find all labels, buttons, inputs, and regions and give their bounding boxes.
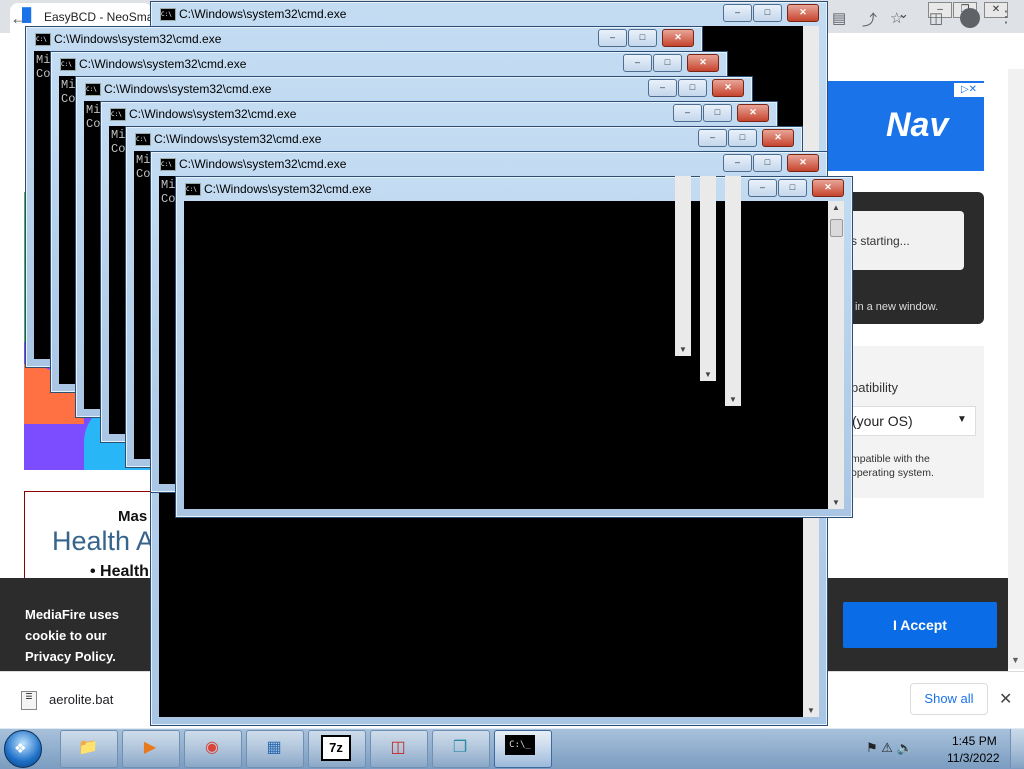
media-player-icon: ▶ <box>143 739 157 756</box>
cmd-icon: C:\ <box>110 108 126 121</box>
scroll-down-arrow-icon[interactable]: ▼ <box>704 370 712 379</box>
cmd-minimize-button[interactable]: – <box>748 179 777 197</box>
cmd-close-button[interactable]: ✕ <box>812 179 844 197</box>
cmd-icon: C:\ <box>185 183 201 196</box>
scroll-down-arrow-icon[interactable]: ▼ <box>679 345 687 354</box>
accept-cookies-button[interactable]: I Accept <box>843 602 997 648</box>
cmd-maximize-button[interactable]: □ <box>728 129 757 147</box>
cmd-window-front[interactable]: C:\ C:\Windows\system32\cmd.exe – □ ✕ ▲ … <box>175 176 853 518</box>
cmd-icon: C:\ <box>60 58 76 71</box>
close-icon[interactable]: ✕ <box>999 689 1012 709</box>
cmd-scrollbar[interactable]: ▼ <box>725 176 741 406</box>
ad-choices-icon[interactable]: ▷✕ <box>954 83 984 97</box>
cmd-scrollbar[interactable]: ▼ <box>700 176 716 381</box>
cmd-title: C:\Windows\system32\cmd.exe <box>179 7 347 21</box>
scroll-down-arrow-icon[interactable]: ▼ <box>729 395 737 404</box>
cmd-close-button[interactable]: ✕ <box>762 129 794 147</box>
cmd-output: Mi Co <box>61 78 76 106</box>
cmd-close-button[interactable]: ✕ <box>662 29 694 47</box>
bat-file-icon: ☰ <box>21 691 37 710</box>
cmd-title: C:\Windows\system32\cmd.exe <box>204 182 372 196</box>
extension-icon[interactable]: ▤ <box>832 9 846 27</box>
cmd-output: Mi Co <box>111 128 126 156</box>
menu-kebab-icon[interactable]: ⋮ <box>998 7 1014 27</box>
chrome-icon: ◉ <box>205 739 219 756</box>
cmd-scrollbar[interactable]: ▼ <box>675 176 691 356</box>
cmd-title: C:\Windows\system32\cmd.exe <box>154 132 322 146</box>
cmd-minimize-button[interactable]: – <box>723 4 752 22</box>
cmd-maximize-button[interactable]: □ <box>778 179 807 197</box>
registry-editor-icon: ❒ <box>452 739 468 756</box>
folder-icon: 📁 <box>78 739 98 756</box>
cmd-output: Mi Co <box>136 153 151 181</box>
scroll-up-arrow-icon[interactable]: ▲ <box>832 203 840 212</box>
cmd-icon: C:\ <box>160 8 176 21</box>
control-panel-icon: ▦ <box>266 739 282 756</box>
cmd-maximize-button[interactable]: □ <box>628 29 657 47</box>
cmd-minimize-button[interactable]: – <box>648 79 677 97</box>
cmd-maximize-button[interactable]: □ <box>753 4 782 22</box>
tab-title: EasyBCD - NeoSmar <box>44 10 158 24</box>
cmd-minimize-button[interactable]: – <box>598 29 627 47</box>
profile-avatar[interactable] <box>960 8 980 28</box>
clock-time[interactable]: 1:45 PM <box>952 734 997 748</box>
nav-logo: Nav <box>886 106 949 144</box>
cmd-close-button[interactable]: ✕ <box>737 104 769 122</box>
cmd-maximize-button[interactable]: □ <box>653 54 682 72</box>
cmd-close-button[interactable]: ✕ <box>787 4 819 22</box>
cmd-title: C:\Windows\system32\cmd.exe <box>179 157 347 171</box>
cmd-output: Mi Co <box>86 103 101 131</box>
download-starting-text: s starting... <box>851 234 910 248</box>
side-panel-icon[interactable]: ◫ <box>929 9 943 27</box>
cmd-close-button[interactable]: ✕ <box>712 79 744 97</box>
cmd-title: C:\Windows\system32\cmd.exe <box>79 57 247 71</box>
cmd-maximize-button[interactable]: □ <box>678 79 707 97</box>
scroll-down-arrow-icon[interactable]: ▼ <box>832 498 840 507</box>
cmd-icon: C:\ <box>35 33 51 46</box>
seven-zip-icon: 7z <box>321 735 351 761</box>
tray-icons[interactable]: ⚑ ⚠ 🔈 <box>866 740 913 756</box>
cmd-output: Mi Co <box>36 53 51 81</box>
cmd-scrollbar[interactable]: ▲ ▼ <box>828 201 844 509</box>
cmd-close-button[interactable]: ✕ <box>787 154 819 172</box>
share-icon[interactable]: ⤴ <box>862 9 877 30</box>
cmd-minimize-button[interactable]: – <box>673 104 702 122</box>
cookie-text: MediaFire uses cookie to our Privacy Pol… <box>25 607 119 664</box>
caret-down-icon: ▼ <box>957 414 967 425</box>
cmd-title: C:\Windows\system32\cmd.exe <box>54 32 222 46</box>
download-filename[interactable]: aerolite.bat <box>49 692 113 707</box>
cmd-icon: C:\ <box>135 133 151 146</box>
windows-flag-icon: ❖ <box>14 740 27 756</box>
scroll-down-arrow-icon[interactable]: ▼ <box>807 706 815 715</box>
show-desktop-button[interactable] <box>1010 729 1024 768</box>
cmd-icon: C:\ <box>85 83 101 96</box>
scroll-down-arrow-icon[interactable]: ▼ <box>1011 655 1020 665</box>
clock-date[interactable]: 11/3/2022 <box>947 751 1000 765</box>
compatibility-title: patibility <box>851 380 898 395</box>
cmd-minimize-button[interactable]: – <box>698 129 727 147</box>
show-all-button[interactable]: Show all <box>910 683 988 715</box>
new-window-text: in a new window. <box>855 301 939 313</box>
cmd-taskbar-icon: C:\_ <box>505 735 535 755</box>
cmd-maximize-button[interactable]: □ <box>703 104 732 122</box>
bookmark-star-icon[interactable]: ☆ <box>890 9 903 27</box>
cmd-minimize-button[interactable]: – <box>623 54 652 72</box>
cmd-title: C:\Windows\system32\cmd.exe <box>129 107 297 121</box>
cmd-icon: C:\ <box>160 158 176 171</box>
os-select-value: (your OS) <box>852 413 913 429</box>
cmd-close-button[interactable]: ✕ <box>687 54 719 72</box>
ad-title: Health A <box>52 526 155 556</box>
cmd-minimize-button[interactable]: – <box>723 154 752 172</box>
ad-heading: Mas <box>118 508 148 525</box>
page-scrollbar[interactable] <box>1008 69 1024 669</box>
cmd-title: C:\Windows\system32\cmd.exe <box>104 82 272 96</box>
cmd-output: Mi Co <box>161 178 176 206</box>
scroll-thumb[interactable] <box>830 219 843 237</box>
toolbox-icon: ◫ <box>390 739 406 756</box>
cmd-maximize-button[interactable]: □ <box>753 154 782 172</box>
compatibility-note: mpatible with the operating system. <box>851 453 934 479</box>
